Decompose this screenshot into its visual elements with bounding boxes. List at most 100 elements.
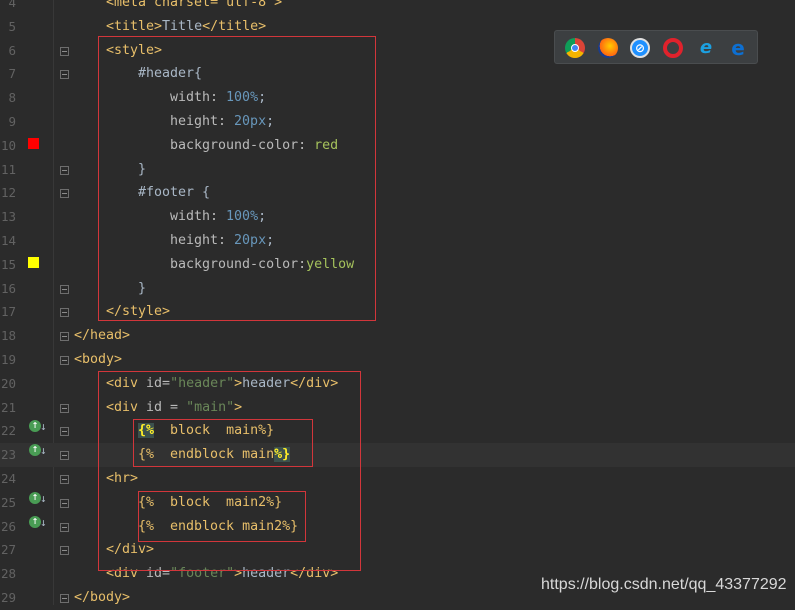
code-token: 100%: [226, 90, 259, 106]
code-token: height:: [170, 114, 235, 129]
code-line-11[interactable]: 11}: [0, 158, 795, 182]
safari-icon[interactable]: ⊘: [630, 38, 650, 58]
red-color-swatch[interactable]: [28, 138, 39, 149]
fold-toggle-icon[interactable]: [60, 498, 69, 508]
code-text[interactable]: <div id="header">header</div>: [106, 372, 338, 396]
firefox-icon[interactable]: [598, 38, 618, 58]
line-number: 23: [0, 447, 16, 463]
code-line-14[interactable]: 14 height: 20px;: [0, 229, 795, 253]
fold-toggle-icon[interactable]: [60, 403, 69, 413]
code-text[interactable]: <body>: [74, 348, 122, 372]
down-arrow-icon: ↓: [40, 492, 47, 505]
edge-icon[interactable]: e: [728, 38, 748, 58]
code-text[interactable]: <div id = "main">: [106, 396, 242, 420]
code-token: height:: [170, 233, 235, 248]
fold-toggle-icon[interactable]: [60, 332, 69, 342]
code-line-26[interactable]: 26 {% endblock main2%}: [0, 515, 795, 539]
code-token: 100%: [226, 209, 259, 225]
code-text[interactable]: height: 20px;: [170, 110, 274, 134]
code-text[interactable]: <title>Title</title>: [106, 15, 266, 39]
code-token: </title>: [202, 18, 267, 34]
fold-toggle-icon[interactable]: [60, 46, 69, 56]
fold-toggle-icon[interactable]: [60, 356, 69, 365]
fold-toggle-icon[interactable]: [60, 308, 69, 318]
chrome-icon[interactable]: [565, 38, 585, 58]
fold-toggle-icon[interactable]: [60, 70, 69, 80]
code-text[interactable]: <meta charset="utf-8">: [106, 0, 282, 15]
code-token: >: [234, 375, 243, 391]
code-text[interactable]: </style>: [106, 300, 170, 324]
code-text[interactable]: width: 100%;: [170, 205, 266, 229]
code-line-25[interactable]: 25 {% block main2%}: [0, 491, 795, 515]
code-line-19[interactable]: 19 <body>: [0, 348, 795, 372]
code-line-24[interactable]: 24 <hr>: [0, 467, 795, 491]
code-line-21[interactable]: 21 <div id = "main">: [0, 396, 795, 420]
code-text[interactable]: <div id="footer">header</div>: [106, 562, 338, 586]
code-line-20[interactable]: 20 <div id="header">header</div>: [0, 372, 795, 396]
code-token: <div: [106, 566, 147, 582]
code-token: </body>: [74, 590, 131, 605]
code-line-10[interactable]: 10 background-color: red: [0, 134, 795, 158]
line-number: 12: [0, 185, 16, 201]
fold-toggle-icon[interactable]: [60, 522, 69, 532]
code-line-16[interactable]: 16}: [0, 277, 795, 301]
code-text[interactable]: width: 100%;: [170, 86, 266, 110]
code-line-22[interactable]: 22 {% block main%}: [0, 419, 795, 443]
code-line-18[interactable]: 18 </head>: [0, 324, 795, 348]
code-line-12[interactable]: 12 #footer {: [0, 181, 795, 205]
code-token: id=: [146, 375, 171, 391]
code-line-17[interactable]: 17 </style>: [0, 300, 795, 324]
fold-toggle-icon[interactable]: [60, 427, 69, 437]
code-text[interactable]: <style>: [106, 39, 162, 63]
code-token: "header": [170, 375, 235, 391]
code-token: <div: [106, 399, 147, 415]
code-token: block main%}: [154, 423, 275, 439]
code-line-23[interactable]: 23 {% endblock main%}: [0, 443, 795, 468]
fold-toggle-icon[interactable]: [60, 594, 69, 603]
fold-toggle-icon[interactable]: [60, 165, 69, 175]
code-line-15[interactable]: 15 background-color:yellow: [0, 253, 795, 277]
code-line-4[interactable]: 4 <meta charset="utf-8">: [0, 0, 795, 15]
fold-toggle-icon[interactable]: [60, 284, 69, 294]
code-line-27[interactable]: 27 </div>: [0, 538, 795, 562]
fold-toggle-icon[interactable]: [60, 475, 69, 484]
code-text[interactable]: background-color:yellow: [170, 253, 354, 277]
code-token: ;: [258, 209, 267, 225]
code-text[interactable]: {% endblock main%}: [138, 443, 291, 467]
code-token: ;: [266, 114, 275, 129]
code-text[interactable]: }: [138, 158, 146, 182]
code-text[interactable]: height: 20px;: [170, 229, 274, 253]
opera-icon[interactable]: [663, 38, 683, 58]
code-token: <div: [106, 375, 147, 391]
code-editor[interactable]: 4 <meta charset="utf-8"> 5 <title>Title</ti…: [0, 0, 795, 605]
code-text[interactable]: {% block main2%}: [138, 491, 282, 515]
line-number: 13: [0, 209, 16, 225]
code-token: #header{: [138, 66, 203, 82]
code-text[interactable]: <hr>: [106, 467, 138, 491]
fold-toggle-icon[interactable]: [60, 451, 69, 461]
code-line-9[interactable]: 9 height: 20px;: [0, 110, 795, 134]
code-token: width:: [170, 209, 227, 225]
code-text[interactable]: }: [138, 277, 146, 301]
watermark: https://blog.csdn.net/qq_43377292: [541, 576, 787, 593]
code-text[interactable]: {% endblock main2%}: [138, 515, 298, 539]
yellow-color-swatch[interactable]: [28, 257, 39, 268]
line-number: 9: [8, 114, 16, 129]
code-text[interactable]: </div>: [106, 538, 154, 562]
ie-icon[interactable]: e: [696, 38, 716, 58]
code-text[interactable]: #header{: [138, 62, 202, 86]
line-number: 26: [0, 518, 16, 534]
code-text[interactable]: {% block main%}: [138, 419, 274, 443]
line-number: 29: [0, 590, 16, 605]
code-text[interactable]: #footer {: [138, 181, 210, 205]
fold-toggle-icon[interactable]: [60, 546, 69, 556]
fold-toggle-icon[interactable]: [60, 189, 69, 199]
code-line-8[interactable]: 8 width: 100%;: [0, 86, 795, 110]
code-text[interactable]: </body>: [74, 586, 130, 610]
code-text[interactable]: </head>: [74, 324, 130, 348]
code-line-7[interactable]: 7 #header{: [0, 62, 795, 86]
code-token: >: [234, 566, 243, 582]
code-line-13[interactable]: 13 width: 100%;: [0, 205, 795, 229]
code-token: }: [138, 280, 147, 296]
code-text[interactable]: background-color: red: [170, 134, 338, 158]
